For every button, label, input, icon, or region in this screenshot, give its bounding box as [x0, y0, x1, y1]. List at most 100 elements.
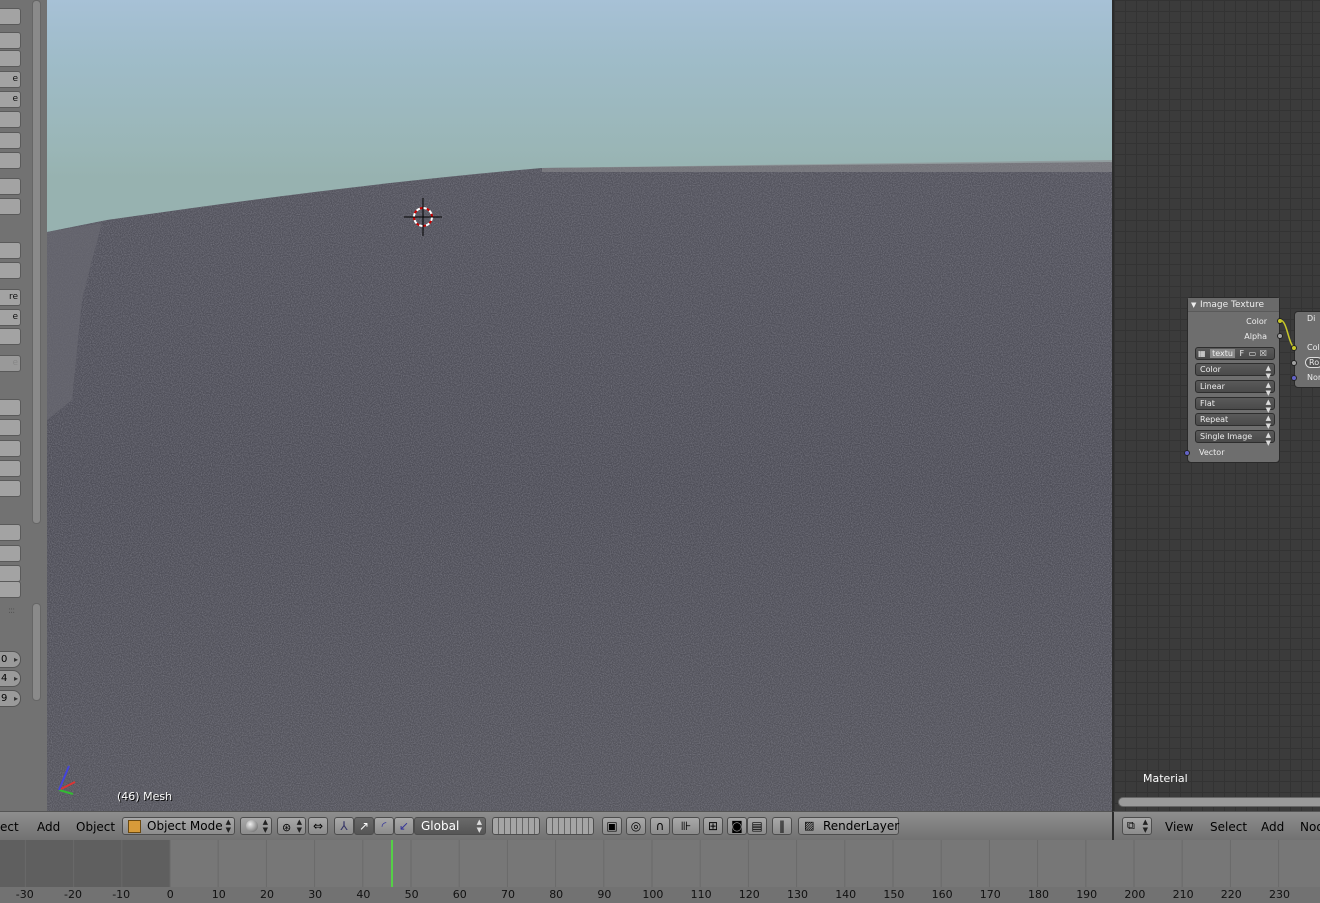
color-space-select[interactable]: Color ▲ ▼	[1195, 363, 1275, 380]
timeline-playhead[interactable]	[390, 840, 393, 888]
updown-arrow-icon: ▲ ▼	[1265, 381, 1271, 397]
node-editor-icon: ⧉	[1127, 819, 1135, 832]
timeline-tick-label: -30	[15, 888, 34, 901]
shelf-button[interactable]	[0, 399, 21, 416]
proportional-edit-button[interactable]: ◎	[626, 817, 646, 835]
roughness-input-socket[interactable]	[1291, 360, 1297, 366]
unlink-icon[interactable]: ☒	[1260, 349, 1267, 358]
shelf-button[interactable]	[0, 565, 21, 582]
timeline-tick-label: 80	[549, 888, 564, 901]
shelf-button[interactable]: e	[0, 91, 21, 108]
shelf-button[interactable]	[0, 524, 21, 541]
mode-selector[interactable]: Object Mode ▲ ▼	[122, 817, 235, 835]
shelf-button[interactable]	[0, 152, 21, 169]
image-browse-icon[interactable]: ▦	[1198, 349, 1206, 358]
shelf-scrollbar-lower[interactable]	[32, 603, 41, 701]
vector-input-socket[interactable]	[1184, 450, 1190, 456]
shelf-button[interactable]	[0, 440, 21, 457]
updown-arrow-icon: ▲ ▼	[1265, 431, 1271, 447]
timeline-grid	[24, 840, 1280, 888]
extension-select[interactable]: Repeat ▲ ▼	[1195, 413, 1275, 430]
normal-input-socket[interactable]	[1291, 375, 1297, 381]
shelf-button[interactable]	[0, 581, 21, 598]
shelf-button[interactable]	[0, 198, 21, 215]
image-name[interactable]: textu	[1210, 349, 1235, 358]
timeline-tick-label: 30	[308, 888, 323, 901]
3d-viewport[interactable]: (46) Mesh	[47, 0, 1112, 811]
manipulator-toggle[interactable]: ⇔	[308, 817, 328, 835]
image-datablock-field[interactable]: ▦ textu F ▭ ☒	[1195, 347, 1275, 360]
shelf-button[interactable]	[0, 8, 21, 25]
number-field[interactable]: 0	[0, 651, 21, 668]
rotate-icon: ↗	[358, 819, 370, 833]
diffuse-node[interactable]: Di Col Ro Nor	[1291, 311, 1320, 388]
magnet-icon: ∩	[655, 819, 665, 833]
render-animation-button[interactable]: ▤	[747, 817, 767, 835]
shelf-button[interactable]	[0, 419, 21, 436]
image-texture-node[interactable]: ▼ Image Texture Color Alpha ▦ textu F ▭ …	[1184, 297, 1283, 463]
updown-arrow-icon: ▲ ▼	[476, 818, 482, 834]
updown-arrow-icon: ▲ ▼	[225, 818, 231, 834]
proportional-icon: ◎	[630, 819, 642, 833]
timeline-tick-label: -20	[64, 888, 82, 901]
shelf-button[interactable]	[0, 178, 21, 195]
menu-object[interactable]: Object	[76, 820, 115, 834]
projection-select[interactable]: Flat ▲ ▼	[1195, 397, 1275, 414]
layers-grid-2[interactable]	[546, 817, 594, 835]
color-input-socket[interactable]	[1291, 345, 1297, 351]
menu-select[interactable]: Select	[1210, 820, 1247, 834]
timeline-tick-label: 180	[1028, 888, 1049, 901]
snap-toggle[interactable]: ∩	[650, 817, 670, 835]
snap-element-selector[interactable]: ⊪	[672, 817, 700, 835]
shelf-button[interactable]: e	[0, 309, 21, 326]
pause-button[interactable]: ‖	[772, 817, 792, 835]
shelf-button[interactable]	[0, 480, 21, 497]
shelf-button[interactable]: re	[0, 289, 21, 306]
select-label: Single Image	[1200, 432, 1253, 441]
lock-layers-button[interactable]: ▣	[602, 817, 622, 835]
panel-grip-icon[interactable]: :::	[8, 606, 15, 616]
node-scrollbar[interactable]	[1118, 797, 1320, 807]
orientation-selector[interactable]: Global ▲ ▼	[414, 817, 486, 835]
number-field[interactable]: 4	[0, 670, 21, 687]
shelf-button[interactable]	[0, 50, 21, 67]
interpolation-select[interactable]: Linear ▲ ▼	[1195, 380, 1275, 397]
scale-button[interactable]: ◜	[374, 817, 394, 835]
shading-selector[interactable]: ▲ ▼	[240, 817, 272, 835]
shelf-button[interactable]	[0, 262, 21, 279]
updown-arrow-icon: ▲ ▼	[262, 818, 268, 834]
cube-icon	[128, 820, 141, 833]
shelf-button[interactable]: e	[0, 71, 21, 88]
pivot-selector[interactable]: ⊛ ▲ ▼	[277, 817, 306, 835]
node2-input-roughness[interactable]: Ro	[1305, 357, 1320, 368]
shelf-button[interactable]	[0, 32, 21, 49]
menu-view[interactable]: View	[1165, 820, 1193, 834]
menu-select[interactable]: ect	[0, 820, 19, 834]
shelf-button[interactable]	[0, 545, 21, 562]
source-select[interactable]: Single Image ▲ ▼	[1195, 430, 1275, 447]
menu-add[interactable]: Add	[37, 820, 60, 834]
shelf-button[interactable]	[0, 460, 21, 477]
shelf-button[interactable]	[0, 242, 21, 259]
shelf-button[interactable]	[0, 111, 21, 128]
render-layer-selector[interactable]: ▨ RenderLayer	[798, 817, 899, 835]
timeline-tick-labels: -30 -20 -10 0 10 20 30 40 50 60 70 80 90 100 110 120 130…	[0, 888, 1320, 903]
snap-target-button[interactable]: ⊞	[703, 817, 723, 835]
shelf-scrollbar[interactable]	[32, 0, 41, 524]
fake-user-button[interactable]: F	[1240, 349, 1245, 358]
menu-add[interactable]: Add	[1261, 820, 1284, 834]
shelf-button[interactable]	[0, 328, 21, 345]
node-header[interactable]: ▼ Image Texture	[1188, 298, 1279, 312]
translate-button[interactable]: ⅄	[334, 817, 354, 835]
editor-type-selector[interactable]: ⧉ ▲ ▼	[1122, 817, 1152, 835]
open-folder-icon[interactable]: ▭	[1249, 349, 1257, 358]
menu-node[interactable]: Nod	[1300, 820, 1320, 834]
layers-grid-1[interactable]	[492, 817, 540, 835]
shelf-button[interactable]	[0, 132, 21, 149]
snap-increment-icon: ⊪	[680, 819, 692, 833]
collapse-triangle-icon[interactable]: ▼	[1191, 298, 1196, 312]
number-field[interactable]: 9	[0, 690, 21, 707]
render-opengl-button[interactable]: ◙	[727, 817, 747, 835]
transform-button[interactable]: ↙	[394, 817, 414, 835]
rotate-button[interactable]: ↗	[354, 817, 374, 835]
